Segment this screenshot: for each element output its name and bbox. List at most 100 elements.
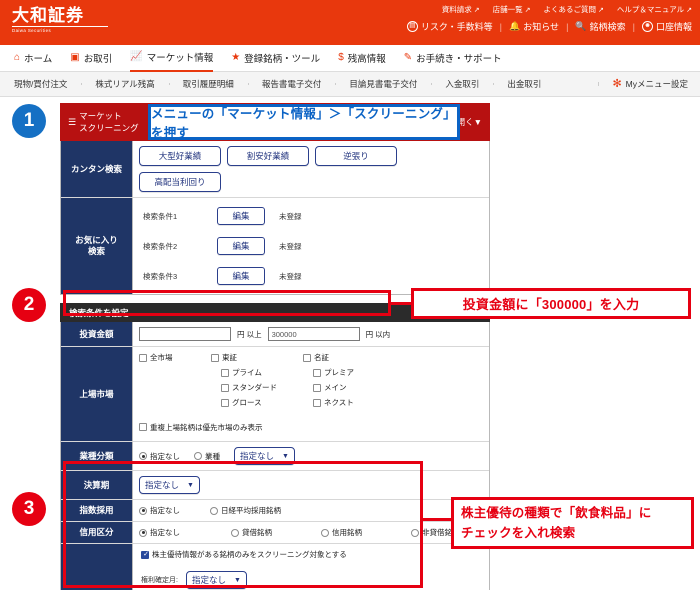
link-notifications[interactable]: 🔔 お知らせ — [509, 20, 559, 33]
main-navigation: ⌂ ホーム ▣ お取引 📈 マーケット情報 ★ 登録銘柄・ツール $ 残高情報 … — [0, 45, 700, 72]
pencil-icon: ✎ — [403, 52, 413, 63]
checkbox-label: 名証 — [314, 353, 329, 362]
industry-dropdown[interactable]: 指定なし ▼ — [234, 447, 295, 465]
link-account-info[interactable]: ☻ 口座情報 — [641, 20, 692, 33]
link-label: ヘルプ＆マニュアル — [616, 5, 685, 14]
quick-search-table: カンタン検索 大型好業績 割安好業績 逆張り 高配当利回り お気に入り 検索 検… — [60, 141, 490, 295]
subnav-item-deposit[interactable]: 入金取引 — [431, 78, 493, 90]
screenshot-root: 大和証券 Daiwa Securities 資料請求 ↗ 店舗一覧 ↗ よくある… — [0, 0, 700, 590]
logo-main-text: 大和証券 — [12, 6, 84, 25]
checkbox-box — [141, 550, 150, 560]
credit-radio-lending[interactable]: 貸借銘柄 — [231, 527, 321, 538]
favorite-edit-button[interactable]: 編集 — [217, 267, 265, 285]
favorite-item: 検索条件1 編集 未登録 — [143, 204, 479, 228]
subnav-item-trade-history[interactable]: 取引履歴明細 — [168, 78, 248, 90]
easy-search-button-value[interactable]: 割安好業績 — [227, 146, 309, 166]
site-logo[interactable]: 大和証券 Daiwa Securities — [12, 6, 108, 33]
subnav-item-withdrawal[interactable]: 出金取引 — [493, 78, 555, 90]
market-checkbox-tse[interactable]: 東証 — [211, 352, 237, 363]
link-store-list[interactable]: 店舗一覧 ↗ — [493, 4, 531, 15]
radio-label: 業種 — [205, 451, 220, 461]
search-conditions-table: 投資金額 円 以上 300000 円 以内 上場市場 全市場 東証 名証 プライ… — [60, 322, 490, 590]
subnav-item-spot-order[interactable]: 現物/買付注文 — [0, 78, 81, 90]
listed-market-body: 全市場 東証 名証 プライム スタンダード グロース プレミア メイン ネクスト… — [133, 347, 489, 441]
favorite-edit-button[interactable]: 編集 — [217, 207, 265, 225]
industry-row: 業種分類 指定なし 業種 指定なし ▼ — [61, 442, 489, 471]
market-checkbox-growth[interactable]: グロース — [221, 397, 277, 408]
checkbox-box — [139, 423, 147, 431]
checkbox-box — [139, 353, 147, 362]
checkbox-label: 株主優待情報がある銘柄のみをスクリーニング対象とする — [152, 550, 347, 559]
link-label: リスク・手数料等 — [420, 22, 493, 32]
market-checkbox-nse[interactable]: 名証 — [303, 352, 329, 363]
market-checkbox-next[interactable]: ネクスト — [313, 397, 354, 408]
checkbox-label: グロース — [232, 398, 262, 407]
step-badge-2: 2 — [12, 288, 46, 322]
subnav-item-report-delivery[interactable]: 報告書電子交付 — [247, 78, 336, 90]
credit-type-body: 指定なし 貸借銘柄 信用銘柄 非貸借銘柄 — [133, 522, 489, 543]
link-help-manual[interactable]: ヘルプ＆マニュアル ↗ — [617, 4, 692, 15]
market-note-row: 重複上場銘柄は優先市場のみ表示 — [139, 418, 483, 436]
radio-label: 指定なし — [150, 451, 180, 461]
subnav-item-realtime-balance[interactable]: 株式リアル残高 — [81, 78, 168, 90]
credit-radio-none[interactable]: 指定なし — [139, 527, 231, 538]
subnav-item-prospectus-delivery[interactable]: 目論見書電子交付 — [335, 78, 431, 90]
index-radio-none[interactable]: 指定なし — [139, 505, 180, 516]
market-checkbox-standard[interactable]: スタンダード — [221, 382, 277, 393]
market-checkbox-main[interactable]: メイン — [313, 382, 354, 393]
subnav-item-my-menu-settings[interactable]: ✻ Myメニュー設定 — [598, 78, 700, 90]
link-risk-fees[interactable]: ▤ リスク・手数料等 — [406, 20, 493, 33]
industry-radio-sector[interactable]: 業種 — [194, 451, 220, 462]
market-checkbox-priority-only[interactable]: 重複上場銘柄は優先市場のみ表示 — [139, 422, 263, 433]
callout-step-2: 投資金額に「300000」を入力 — [411, 288, 691, 319]
callout-step-1: メニューの「マーケット情報」＞「スクリーニング」を押す — [148, 104, 460, 140]
market-checkbox-all[interactable]: 全市場 — [139, 352, 173, 363]
chart-icon: 📈 — [130, 51, 143, 62]
listed-market-label: 上場市場 — [61, 347, 133, 441]
nav-item-market-info[interactable]: 📈 マーケット情報 — [130, 45, 214, 72]
checkbox-label: 重複上場銘柄は優先市場のみ表示 — [150, 422, 263, 432]
callout-step-3-line2: チェックを入れ検索 — [461, 526, 576, 540]
investment-amount-label: 投資金額 — [61, 322, 133, 346]
nav-item-home[interactable]: ⌂ ホーム — [14, 45, 52, 72]
star-icon: ★ — [231, 52, 241, 63]
document-icon: ▤ — [406, 21, 418, 32]
link-document-request[interactable]: 資料請求 ↗ — [442, 4, 480, 15]
favorite-edit-button[interactable]: 編集 — [217, 237, 265, 255]
industry-radio-none[interactable]: 指定なし — [139, 451, 180, 462]
gear-icon: ✻ — [612, 77, 622, 90]
favorite-item: 検索条件3 編集 未登録 — [143, 264, 479, 288]
investment-min-input[interactable] — [139, 327, 231, 341]
market-checkbox-prime[interactable]: プライム — [221, 367, 277, 378]
nav-item-registered-stocks-tools[interactable]: ★ 登録銘柄・ツール — [231, 45, 320, 72]
radio-dot — [139, 528, 147, 537]
market-checkbox-premier[interactable]: プレミア — [313, 367, 354, 378]
connector-line-2 — [391, 302, 411, 305]
nav-item-procedures-support[interactable]: ✎ お手続き・サポート — [404, 45, 502, 72]
benefits-month-row: 権利確定月: 指定なし ▼ — [141, 571, 481, 589]
investment-max-input[interactable]: 300000 — [267, 327, 360, 341]
open-toggle-button[interactable]: 開く▼ — [457, 116, 490, 128]
link-stock-search[interactable]: 🔍 銘柄検索 — [575, 20, 625, 33]
link-faq[interactable]: よくあるご質問 ↗ — [543, 4, 603, 15]
favorites-label-line2: 検索 — [87, 246, 105, 256]
easy-search-button-contrarian[interactable]: 逆張り — [315, 146, 397, 166]
nav-item-balance-info[interactable]: $ 残高情報 — [338, 45, 386, 72]
checkbox-box — [221, 368, 229, 377]
checkbox-box — [313, 383, 321, 392]
panel-title-line2: スクリーニング — [79, 123, 139, 133]
credit-radio-margin[interactable]: 信用銘柄 — [321, 527, 411, 538]
radio-dot — [210, 506, 218, 515]
hamburger-icon: ☰ — [68, 117, 77, 127]
benefits-main-checkbox[interactable]: 株主優待情報がある銘柄のみをスクリーニング対象とする — [141, 549, 347, 560]
easy-search-button-high-yield[interactable]: 高配当利回り — [139, 172, 221, 192]
benefits-month-label: 権利確定月: — [141, 577, 178, 584]
nav-item-trade[interactable]: ▣ お取引 — [70, 45, 112, 72]
shareholder-benefits-row: 株主優待 株主優待情報がある銘柄のみをスクリーニング対象とする 権利確定月: 指… — [61, 544, 489, 590]
index-radio-nikkei225[interactable]: 日経平均採用銘柄 — [210, 505, 281, 516]
investment-amount-body: 円 以上 300000 円 以内 — [133, 322, 489, 346]
settlement-dropdown[interactable]: 指定なし ▼ — [139, 476, 200, 494]
benefits-month-dropdown[interactable]: 指定なし ▼ — [185, 571, 247, 589]
settlement-period-row: 決算期 指定なし ▼ — [61, 471, 489, 500]
easy-search-button-large-cap[interactable]: 大型好業績 — [139, 146, 221, 166]
